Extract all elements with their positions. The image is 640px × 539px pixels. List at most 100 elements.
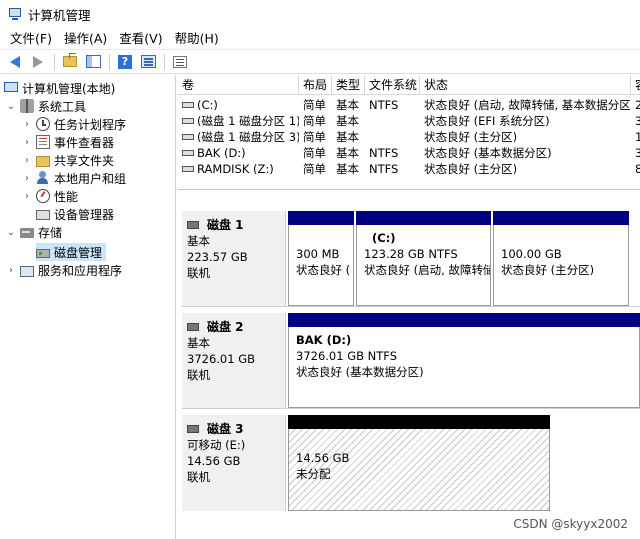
disk-label[interactable]: 磁盘 1 基本 223.57 GB 联机 (182, 211, 286, 306)
tree-root[interactable]: 计算机管理(本地) (4, 79, 115, 97)
partition-body: 14.56 GB 未分配 (288, 429, 550, 511)
menu-help[interactable]: 帮助(H) (169, 28, 225, 50)
arrow-left-icon (10, 55, 20, 68)
volume-filesystem (365, 129, 420, 145)
partition-block[interactable]: 100.00 GB 状态良好 (主分区) (493, 211, 629, 306)
volume-type: 基本 (336, 146, 359, 160)
volume-type: 基本 (336, 130, 359, 144)
tree-item-shared-folders[interactable]: › 共享文件夹 (22, 151, 114, 169)
column-header-filesystem[interactable]: 文件系统 (365, 75, 420, 95)
tree-item-storage[interactable]: ⌄ 存储 (6, 223, 62, 241)
watermark: CSDN @skyyx2002 (513, 517, 628, 531)
disk-icon (187, 425, 199, 433)
column-header-status[interactable]: 状态 (420, 75, 631, 95)
chevron-right-icon[interactable]: › (22, 173, 32, 184)
disk-icon (187, 323, 199, 331)
volume-icon (182, 165, 194, 172)
arrow-right-icon (33, 55, 43, 68)
show-hide-tree-button[interactable] (82, 52, 104, 72)
volume-layout: 简单 (303, 98, 326, 112)
disk-type: 基本 (187, 234, 210, 248)
tree-item-label: 本地用户和组 (54, 171, 127, 186)
event-log-icon (36, 135, 50, 149)
disk-name: 磁盘 3 (187, 421, 280, 437)
partition-size: 3726.01 GB NTFS (296, 349, 398, 363)
partition-status: 状态良好 ( (296, 263, 351, 277)
help-button[interactable]: ? (114, 52, 136, 72)
chevron-right-icon[interactable]: › (22, 155, 32, 166)
volume-name-label: (磁盘 1 磁盘分区 1) (197, 114, 299, 128)
disk-management-pane: 卷 布局 类型 文件系统 状态 容 (C:) 简单 基本 NTFS 状态良好 (… (178, 75, 640, 539)
volume-capacity: 1 (635, 130, 640, 144)
computer-icon (4, 82, 18, 92)
chevron-down-icon[interactable]: ⌄ (6, 101, 16, 112)
menu-file[interactable]: 文件(F) (4, 28, 58, 50)
chevron-down-icon[interactable]: ⌄ (6, 227, 16, 238)
disk-type: 基本 (187, 336, 210, 350)
table-row[interactable]: (C:) 简单 基本 NTFS 状态良好 (启动, 故障转储, 基本数据分区) … (178, 97, 640, 113)
unallocated-block[interactable]: 14.56 GB 未分配 (288, 415, 550, 511)
disk-state: 联机 (187, 266, 210, 280)
partition-bar (288, 415, 550, 429)
volume-type: 基本 (336, 114, 359, 128)
volume-filesystem: NTFS (369, 98, 399, 112)
menu-view[interactable]: 查看(V) (113, 28, 168, 50)
partition-bar (493, 211, 629, 225)
volume-name: (C:) (178, 97, 299, 113)
chevron-right-icon[interactable]: › (6, 265, 16, 276)
up-folder-button[interactable] (59, 52, 81, 72)
table-row[interactable]: (磁盘 1 磁盘分区 1) 简单 基本 状态良好 (EFI 系统分区) 3 (178, 113, 640, 129)
tree-item-services[interactable]: › 服务和应用程序 (6, 261, 122, 279)
partition-size: 300 MB (296, 247, 340, 261)
column-header-capacity[interactable]: 容 (631, 75, 640, 95)
disk-size: 14.56 GB (187, 454, 241, 468)
tree-item-performance[interactable]: › 性能 (22, 187, 78, 205)
volume-list: 卷 布局 类型 文件系统 状态 容 (C:) 简单 基本 NTFS 状态良好 (… (178, 75, 640, 190)
column-header-type[interactable]: 类型 (332, 75, 365, 95)
properties-button[interactable] (169, 52, 191, 72)
disk-label[interactable]: 磁盘 2 基本 3726.01 GB 联机 (182, 313, 286, 408)
tree-item-task-scheduler[interactable]: › 任务计划程序 (22, 115, 126, 133)
volume-name-label: RAMDISK (Z:) (197, 162, 274, 176)
tree-item-event-viewer[interactable]: › 事件查看器 (22, 133, 114, 151)
table-row[interactable]: RAMDISK (Z:) 简单 基本 NTFS 状态良好 (主分区) 8 (178, 161, 640, 177)
partition-status: 状态良好 (基本数据分区) (296, 365, 424, 379)
partition-title (296, 230, 346, 246)
partition-block[interactable]: BAK (D:) 3726.01 GB NTFS 状态良好 (基本数据分区) (288, 313, 640, 408)
partition-block[interactable]: 300 MB 状态良好 ( (288, 211, 354, 306)
column-header-layout[interactable]: 布局 (299, 75, 332, 95)
back-button[interactable] (4, 52, 26, 72)
disk-name: 磁盘 2 (187, 319, 280, 335)
folder-up-icon (63, 53, 77, 67)
storage-icon (20, 228, 34, 238)
volume-status: 状态良好 (基本数据分区) (424, 146, 552, 160)
tree-item-label: 性能 (54, 189, 79, 204)
show-action-pane-button[interactable] (137, 52, 159, 72)
chevron-right-icon[interactable]: › (22, 191, 32, 202)
disk-1-row: 磁盘 1 基本 223.57 GB 联机 300 MB 状态良好 ( (C:) … (182, 211, 640, 307)
column-header-volume[interactable]: 卷 (178, 75, 299, 95)
disk-3-row: 磁盘 3 可移动 (E:) 14.56 GB 联机 14.56 GB 未分配 (182, 415, 640, 511)
table-row[interactable]: (磁盘 1 磁盘分区 3) 简单 基本 状态良好 (主分区) 1 (178, 129, 640, 145)
tree-item-label: 磁盘管理 (54, 245, 103, 260)
tree-item-local-users[interactable]: › 本地用户和组 (22, 169, 126, 187)
tree-item-label: 服务和应用程序 (38, 263, 123, 278)
volume-capacity: 8 (635, 162, 640, 176)
volume-capacity: 2 (635, 98, 640, 112)
chevron-right-icon[interactable]: › (22, 137, 32, 148)
tree-item-device-manager[interactable]: 设备管理器 (36, 205, 114, 223)
disk-icon (187, 221, 199, 229)
menu-action[interactable]: 操作(A) (58, 28, 113, 50)
tree-item-system-tools[interactable]: ⌄ 系统工具 (6, 97, 86, 115)
partition-block[interactable]: (C:) 123.28 GB NTFS 状态良好 (启动, 故障转储 (356, 211, 491, 306)
chevron-right-icon[interactable]: › (22, 119, 32, 130)
partition-bar (288, 313, 640, 327)
window-title: 计算机管理 (28, 7, 91, 23)
disk-label[interactable]: 磁盘 3 可移动 (E:) 14.56 GB 联机 (182, 415, 286, 511)
volume-list-header: 卷 布局 类型 文件系统 状态 容 (178, 75, 640, 95)
forward-button[interactable] (27, 52, 49, 72)
volume-status: 状态良好 (主分区) (424, 162, 518, 176)
table-row[interactable]: BAK (D:) 简单 基本 NTFS 状态良好 (基本数据分区) 3 (178, 145, 640, 161)
tree-item-disk-management[interactable]: 磁盘管理 (36, 243, 107, 261)
disk-name-text: 磁盘 3 (207, 422, 244, 436)
